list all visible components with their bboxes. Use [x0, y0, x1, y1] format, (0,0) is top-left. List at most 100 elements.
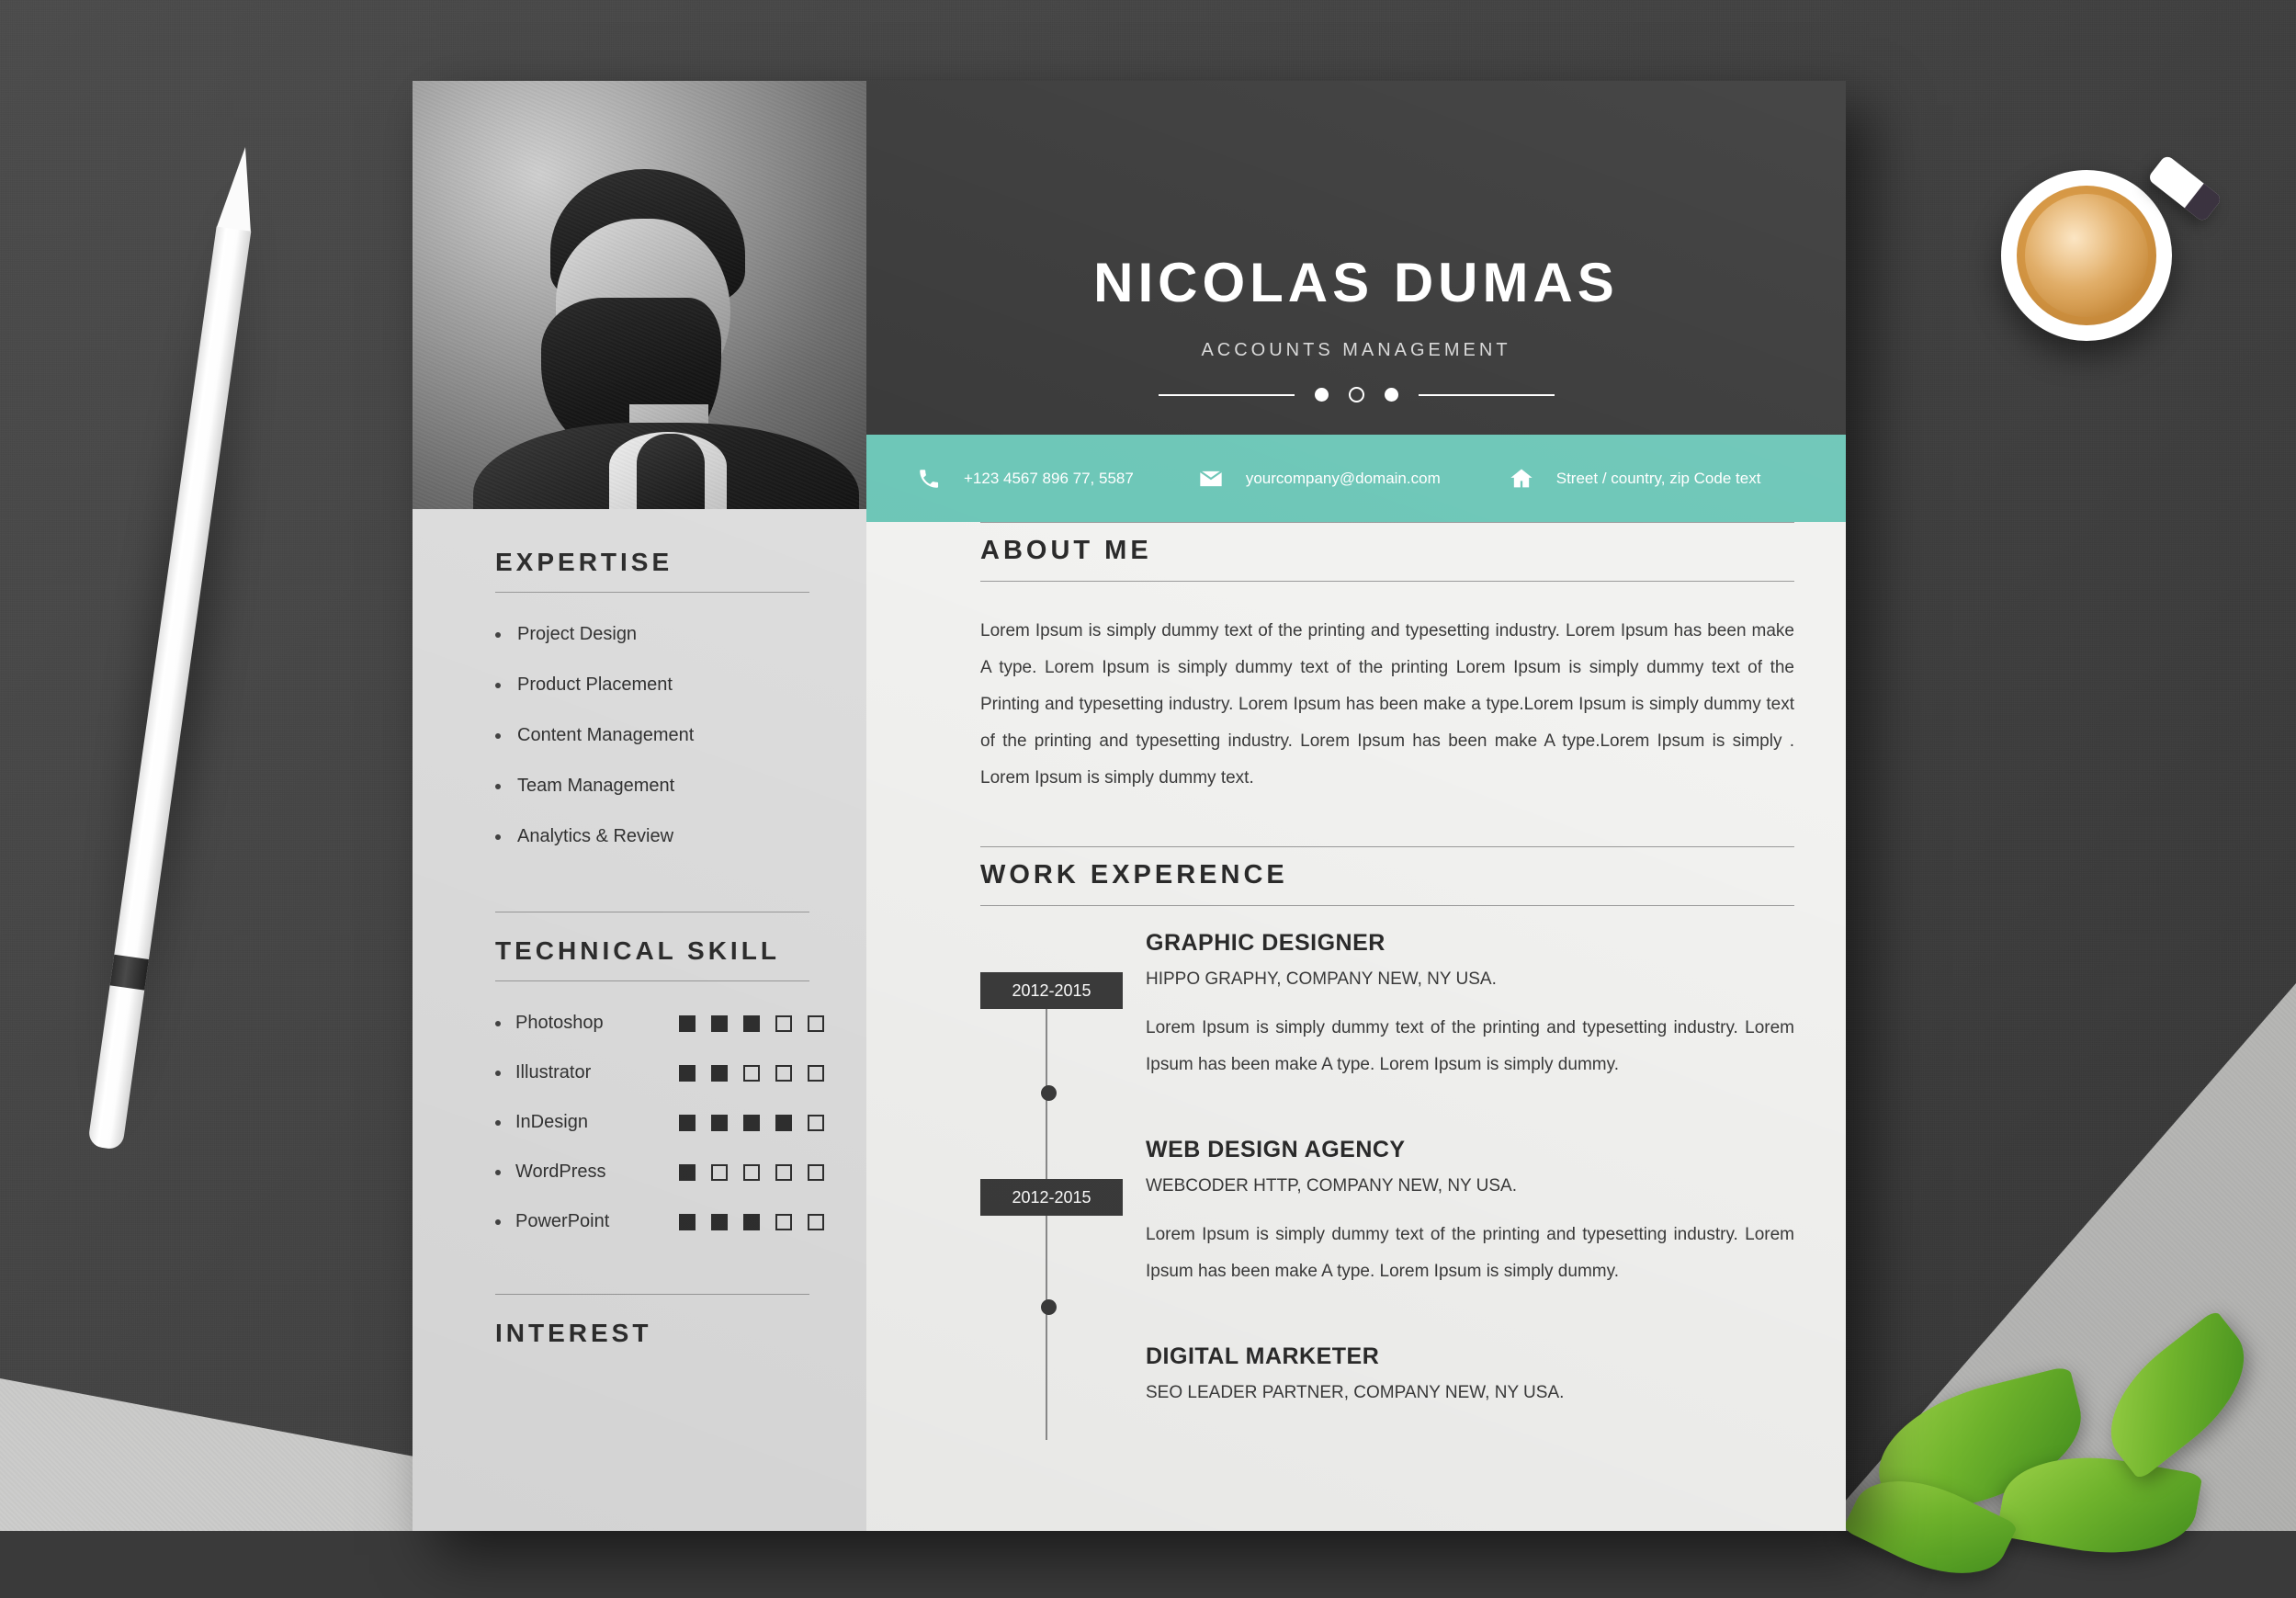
- list-item: PowerPoint: [495, 1211, 824, 1232]
- section-title-about-me: ABOUT ME: [980, 522, 1794, 582]
- list-item: Illustrator: [495, 1062, 824, 1083]
- bullet-dot-icon: [495, 1169, 501, 1175]
- bullet-dot-icon: [495, 1218, 501, 1225]
- rating-square-filled: [711, 1014, 728, 1032]
- skill-name: Photoshop: [515, 1013, 604, 1033]
- sidebar: EXPERTISE Project Design Product Placeme…: [413, 509, 866, 1531]
- skill-name: WordPress: [515, 1162, 606, 1182]
- list-item: Project Design: [495, 624, 809, 645]
- rating-square-empty: [775, 1014, 792, 1032]
- rating-square-empty: [808, 1014, 824, 1032]
- rating-square-empty: [808, 1213, 824, 1230]
- rating-square-empty: [808, 1064, 824, 1082]
- ornament-line-left: [1158, 393, 1295, 396]
- work-company: SEO LEADER PARTNER, COMPANY NEW, NY USA.: [1146, 1383, 1565, 1402]
- rating-square-filled: [743, 1014, 760, 1032]
- contact-address-text: Street / country, zip Code text: [1555, 469, 1761, 487]
- resume-page: NICOLAS DUMAS ACCOUNTS MANAGEMENT +123 4…: [413, 81, 1846, 1531]
- skill-name: Illustrator: [515, 1062, 592, 1082]
- pencil-tip: [216, 144, 263, 233]
- work-job-title: WEB DESIGN AGENCY: [1146, 1137, 1406, 1162]
- list-item: Product Placement: [495, 674, 809, 696]
- contact-email-text: yourcompany@domain.com: [1245, 469, 1441, 487]
- rating-square-empty: [775, 1213, 792, 1230]
- work-entry: DIGITAL MARKETER SEO LEADER PARTNER, COM…: [1041, 1299, 1794, 1403]
- rating-square-filled: [775, 1114, 792, 1131]
- list-item: Photoshop: [495, 1013, 824, 1034]
- photo-grain: [413, 81, 866, 509]
- contact-address: Street / country, zip Code text: [1503, 466, 1761, 492]
- list-item: InDesign: [495, 1112, 824, 1133]
- bullet-dot-icon: [495, 1020, 501, 1026]
- skill-name: PowerPoint: [515, 1211, 610, 1231]
- work-company: HIPPO GRAPHY, COMPANY NEW, NY USA.: [1146, 969, 1497, 989]
- coffee-foam: [2025, 194, 2148, 317]
- header-divider-ornament: [866, 387, 1846, 402]
- expertise-item-label: Product Placement: [517, 674, 673, 695]
- rating-square-filled: [711, 1114, 728, 1131]
- phone-icon: [910, 467, 947, 491]
- skill-rating: [679, 1064, 824, 1082]
- candidate-name: NICOLAS DUMAS: [1093, 252, 1619, 313]
- candidate-role: ACCOUNTS MANAGEMENT: [1201, 340, 1511, 360]
- list-item: WordPress: [495, 1162, 824, 1183]
- work-job-title: GRAPHIC DESIGNER: [1146, 930, 1386, 956]
- coffee-cup: [2001, 170, 2172, 341]
- rating-square-empty: [775, 1064, 792, 1082]
- list-item: Team Management: [495, 776, 809, 797]
- contact-phone: +123 4567 896 77, 5587: [910, 467, 1134, 491]
- pencil-band: [109, 954, 149, 991]
- expertise-item-label: Project Design: [517, 624, 638, 644]
- expertise-list: Project Design Product Placement Content…: [495, 624, 809, 847]
- bullet-dot-icon: [495, 1070, 501, 1076]
- list-item: Content Management: [495, 725, 809, 746]
- rating-square-filled: [743, 1114, 760, 1131]
- rating-square-filled: [743, 1213, 760, 1230]
- section-title-interest: INTEREST: [495, 1294, 809, 1363]
- ornament-line-right: [1418, 393, 1555, 396]
- rating-square-filled: [679, 1163, 696, 1181]
- contact-bar: +123 4567 896 77, 5587 yourcompany@domai…: [866, 435, 1846, 522]
- work-entry: 2012-2015 GRAPHIC DESIGNER HIPPO GRAPHY,…: [980, 930, 1794, 1083]
- bullet-dot-icon: [495, 732, 501, 739]
- timeline-node: [1041, 1085, 1057, 1101]
- work-period-badge: 2012-2015: [980, 972, 1123, 1009]
- section-title-work-experience: WORK EXPERENCE: [980, 846, 1794, 906]
- rating-square-filled: [679, 1014, 696, 1032]
- work-job-title: DIGITAL MARKETER: [1146, 1343, 1380, 1369]
- skill-name: InDesign: [515, 1112, 588, 1132]
- work-description: Lorem Ipsum is simply dummy text of the …: [1146, 1018, 1794, 1074]
- bullet-dot-icon: [495, 682, 501, 688]
- work-period-badge: 2012-2015: [980, 1179, 1123, 1216]
- section-title-expertise: EXPERTISE: [495, 548, 809, 593]
- bullet-dot-icon: [495, 1119, 501, 1126]
- expertise-item-label: Team Management: [517, 776, 675, 796]
- timeline-node: [1041, 1299, 1057, 1315]
- rating-square-filled: [711, 1213, 728, 1230]
- about-me-body: Lorem Ipsum is simply dummy text of the …: [980, 621, 1794, 788]
- main-content: ABOUT ME Lorem Ipsum is simply dummy tex…: [866, 522, 1846, 1531]
- ornament-dot: [1384, 388, 1398, 402]
- bullet-dot-icon: [495, 783, 501, 789]
- email-icon: [1193, 466, 1229, 492]
- technical-skill-list: Photoshop Illustrator InDesign WordPress…: [495, 1013, 824, 1232]
- rating-square-empty: [775, 1163, 792, 1181]
- rating-square-empty: [743, 1064, 760, 1082]
- rating-square-empty: [808, 1163, 824, 1181]
- bullet-dot-icon: [495, 833, 501, 840]
- rating-square-filled: [679, 1114, 696, 1131]
- expertise-item-label: Analytics & Review: [517, 826, 674, 846]
- work-timeline: 2012-2015 GRAPHIC DESIGNER HIPPO GRAPHY,…: [980, 930, 1794, 1440]
- section-title-technical-skill: TECHNICAL SKILL: [495, 912, 809, 981]
- ornament-dot: [1314, 388, 1329, 402]
- rating-square-empty: [808, 1114, 824, 1131]
- contact-phone-text: +123 4567 896 77, 5587: [964, 469, 1134, 487]
- rating-square-empty: [743, 1163, 760, 1181]
- rating-square-filled: [679, 1064, 696, 1082]
- rating-square-empty: [711, 1163, 728, 1181]
- rating-square-filled: [679, 1213, 696, 1230]
- skill-rating: [679, 1114, 824, 1131]
- skill-rating: [679, 1163, 824, 1181]
- ornament-dot-hollow: [1348, 387, 1364, 402]
- expertise-item-label: Content Management: [517, 725, 695, 745]
